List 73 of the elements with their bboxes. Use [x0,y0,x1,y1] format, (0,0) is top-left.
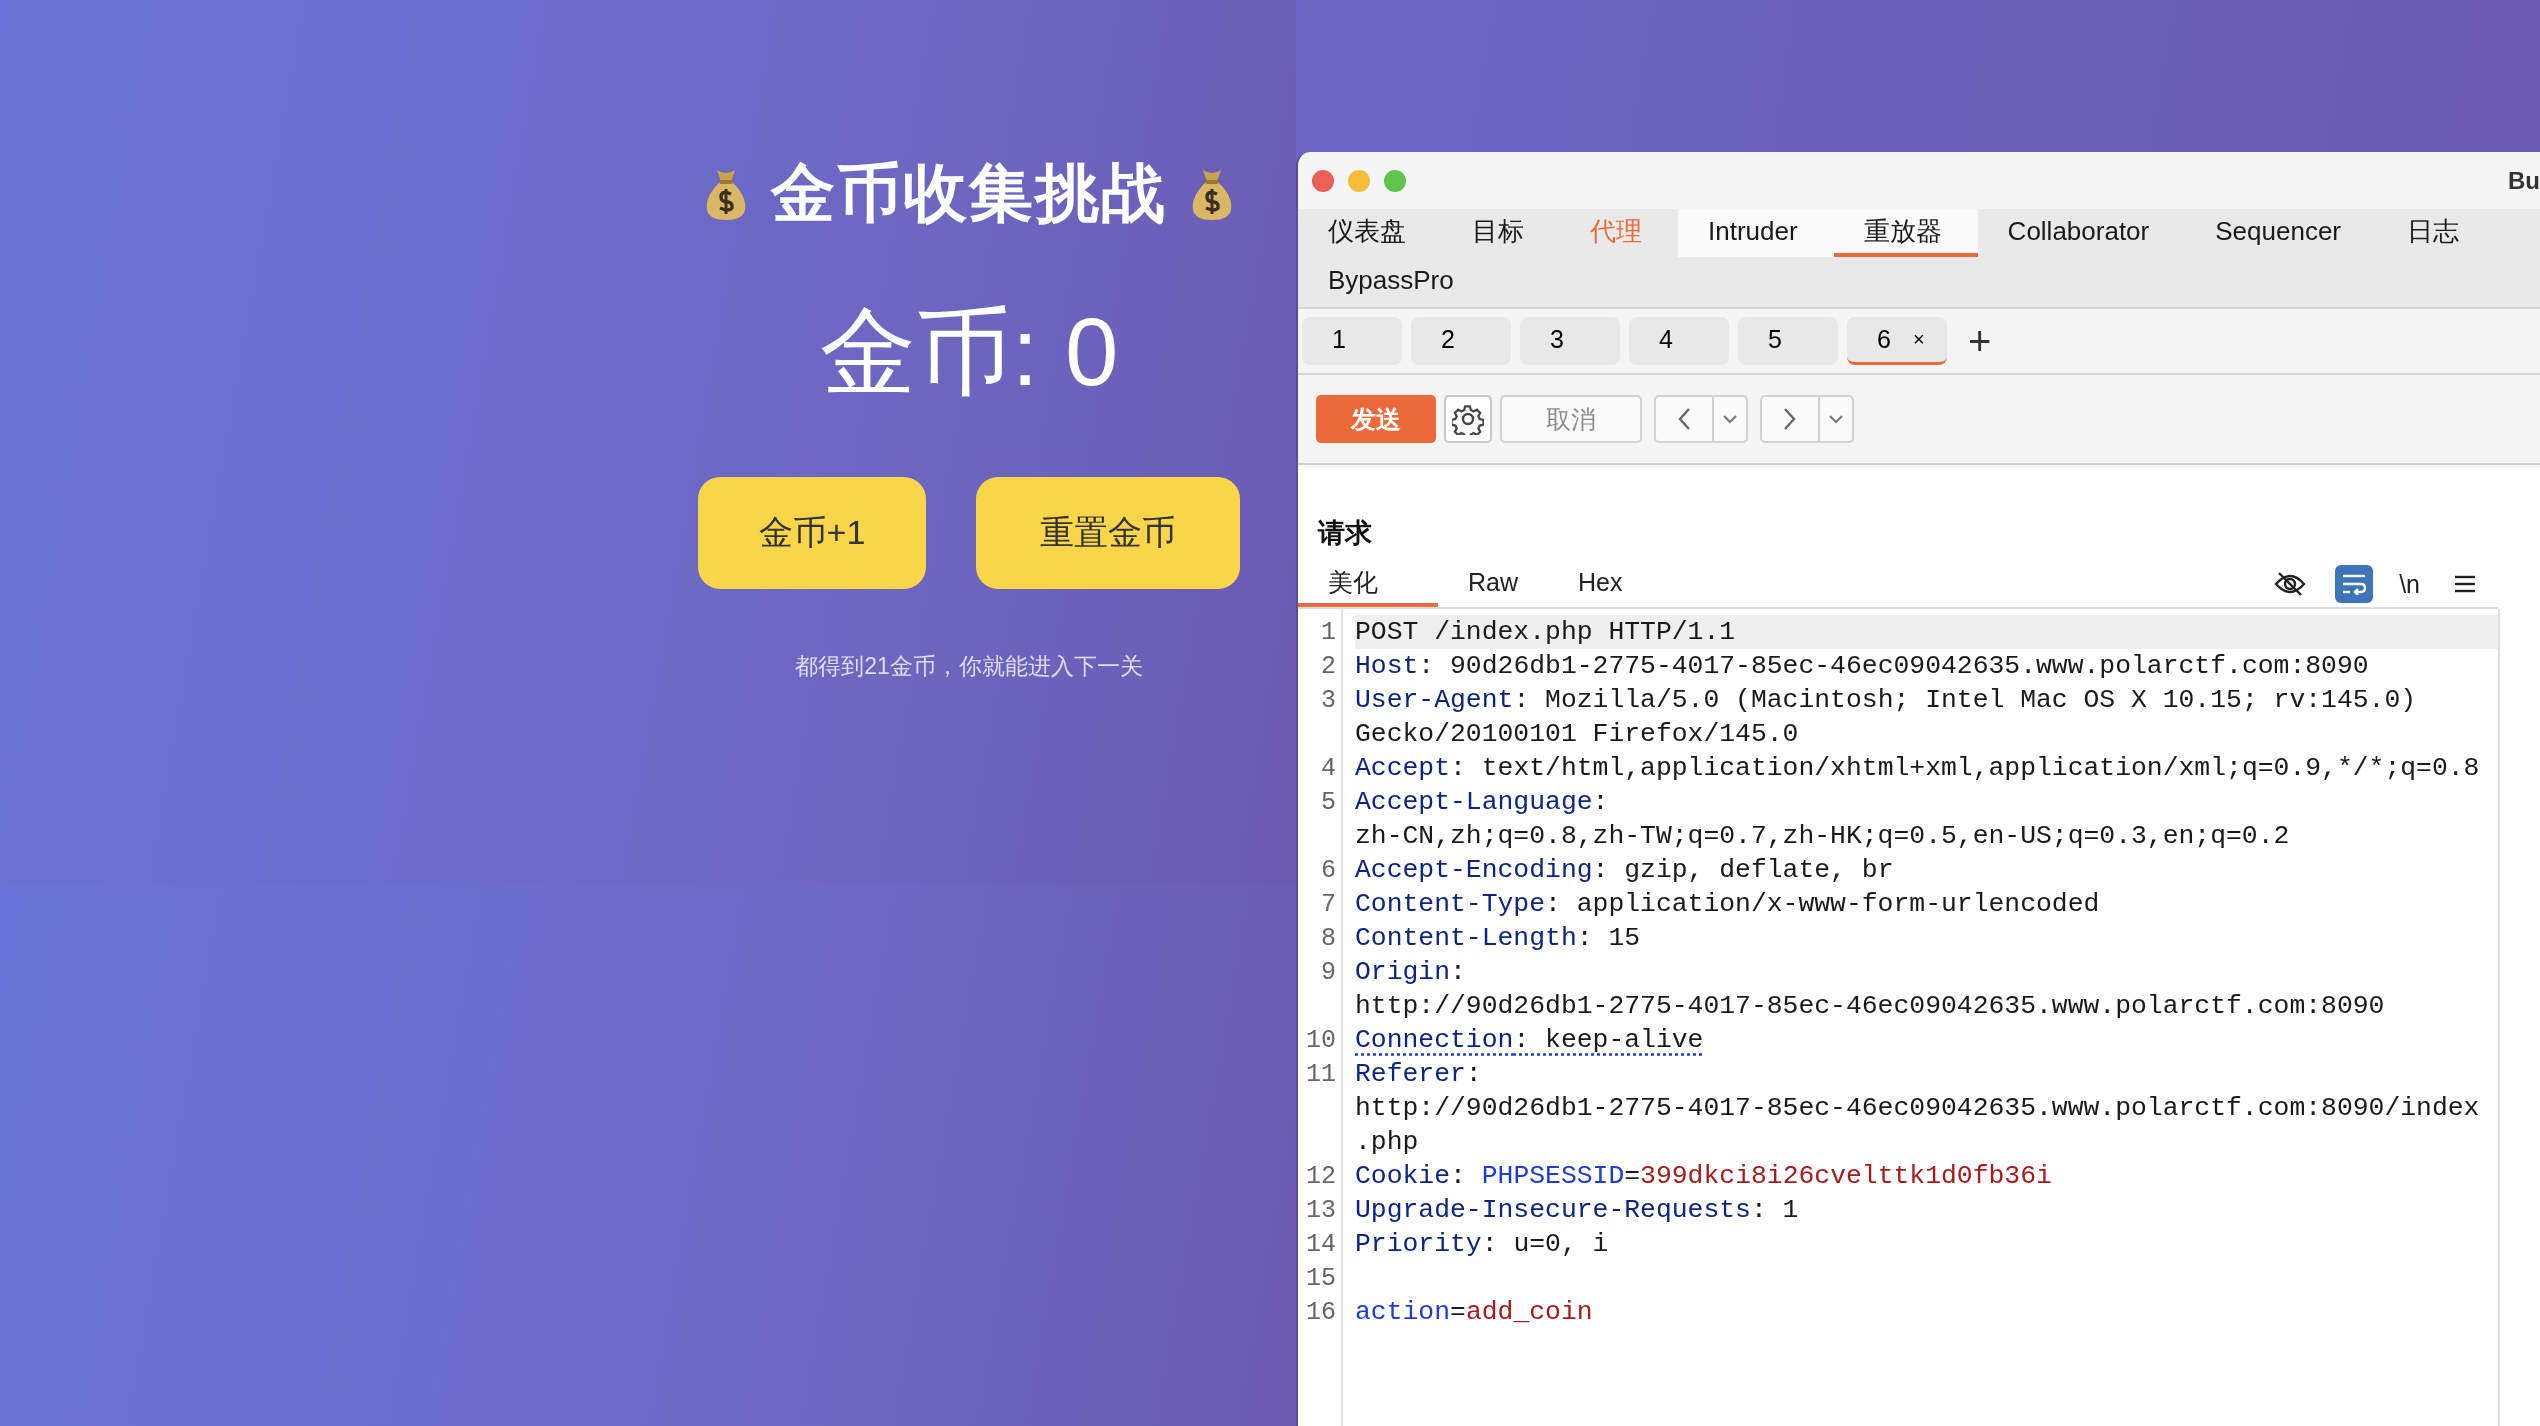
wrap-button[interactable] [2335,565,2374,603]
settings-icon [1452,403,1484,435]
panel-title: 请求 [1316,517,1373,550]
code-line: action=add_coin [1355,1296,1594,1329]
request-tab[interactable]: 3 [1520,317,1620,365]
view-tab[interactable]: Hex [1548,561,1653,607]
request-tab[interactable]: 5 [1738,317,1838,365]
zoom-button[interactable] [1384,169,1406,192]
request-tab[interactable]: 4 [1629,317,1729,365]
line-number: 14 [1305,1229,1336,1259]
tool-tab[interactable]: 目标 [1442,209,1560,257]
line-number: 12 [1305,1161,1336,1191]
request-tab[interactable]: 6 × [1847,317,1947,365]
code-line: Origin: [1355,956,1467,989]
line-number: 1 [1320,617,1336,647]
request-tab[interactable]: 1 [1302,317,1402,365]
code-line: http://90d26db1-2775-4017-85ec-46ec09042635.www.polarctf.com:8090 [1355,990,2386,1023]
caret-icon [1828,414,1844,424]
code-line: Accept-Language: [1355,786,1610,819]
line-number: 9 [1320,957,1336,987]
page-title: 金币收集挑战 [771,156,1167,231]
view-tab[interactable]: Raw [1438,561,1548,607]
reset-coins-button[interactable]: 重置金币 [976,477,1240,589]
line-number: 16 [1305,1297,1336,1327]
code-line: Content-Length: 15 [1355,922,1642,955]
tool-tab[interactable]: Collaborator [1977,209,2186,257]
line-number: 7 [1320,889,1336,919]
tool-tab[interactable]: Sequencer [2185,209,2377,257]
code-line: Gecko/20100101 Firefox/145.0 [1355,718,1800,751]
line-number: 11 [1305,1059,1336,1089]
code-line: Priority: u=0, i [1355,1228,1610,1261]
close-tab-button[interactable]: × [1912,328,1925,351]
tool-tab[interactable]: BypassPro [1298,257,2540,307]
eye-slash-icon [2274,570,2307,598]
line-number: 8 [1320,923,1336,953]
code-line: .php [1355,1126,1420,1159]
newline-toggle[interactable]: \n [2399,569,2420,599]
tool-tab[interactable]: Intruder [1678,209,1834,257]
chevron-left-icon [1677,407,1691,431]
code-line: zh-CN,zh;q=0.8,zh-TW;q=0.7,zh-HK;q=0.5,en-US;q=0.3,en;q=0.2 [1355,820,2291,853]
line-number: 15 [1305,1263,1336,1293]
code-line: http://90d26db1-2775-4017-85ec-46ec09042635.www.polarctf.com:8090/index [1355,1092,2481,1125]
tool-tab[interactable]: 重放器 [1833,209,1978,257]
code-line: Cookie: PHPSESSID=399dkci8i26cvelttk1d0fb36i [1355,1160,2053,1193]
line-number: 4 [1320,753,1336,783]
code-line: Accept-Encoding: gzip, deflate, br [1355,854,1895,887]
line-number: 3 [1320,685,1336,715]
code-line: User-Agent: Mozilla/5.0 (Macintosh; Intel Mac OS X 10.15; rv:145.0) [1355,684,2418,717]
line-number: 13 [1305,1195,1336,1225]
coin-counter: 金币: 0 [819,297,1119,407]
code-line: Host: 90d26db1-2775-4017-85ec-46ec09042635.www.polarctf.com:8090 [1355,650,2370,683]
hint-text: 都得到21金币，你就能进入下一关 [795,652,1143,681]
menu-icon [2453,574,2477,594]
wrap-icon [2341,573,2368,595]
code-line: Upgrade-Insecure-Requests: 1 [1355,1194,1800,1227]
line-number: 10 [1305,1025,1336,1055]
add-coin-button[interactable]: 金币+1 [698,477,926,589]
settings-button[interactable] [1444,395,1492,443]
code-line: Content-Type: application/x-www-form-urlencoded [1355,888,2101,921]
tool-tab[interactable]: 仪表盘 [1298,209,1442,257]
caret-icon [1722,414,1738,424]
line-number: 5 [1320,787,1336,817]
chevron-right-icon [1783,407,1797,431]
close-button[interactable] [1312,169,1334,192]
tool-tab[interactable]: 日志 [2377,209,2495,257]
window-title: Bu [2508,166,2540,195]
code-line: Connection: keep-alive [1355,1024,1705,1057]
line-number: 2 [1320,651,1336,681]
request-tab[interactable]: 2 [1411,317,1511,365]
add-tab-button[interactable]: + [1968,318,1992,364]
code-line: Accept: text/html,application/xhtml+xml,application/xml;q=0.9,*/*;q=0.8 [1355,752,2481,785]
code-line: Referer: [1355,1058,1483,1091]
line-number: 6 [1320,855,1336,885]
